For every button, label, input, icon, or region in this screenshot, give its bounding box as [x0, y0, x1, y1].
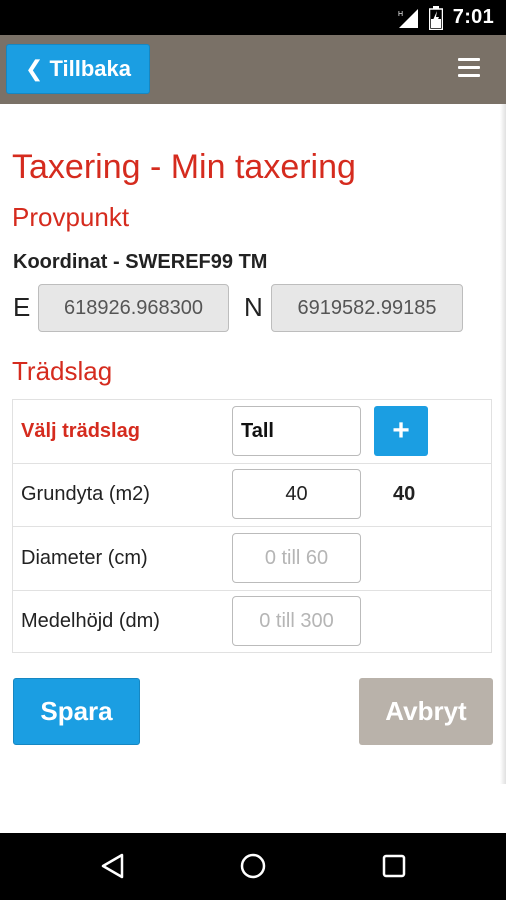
hamburger-menu-icon[interactable]: [458, 58, 480, 78]
species-select[interactable]: Tall: [232, 406, 361, 456]
home-circle-icon[interactable]: [238, 851, 268, 881]
diameter-label: Diameter (cm): [21, 547, 148, 569]
diameter-input[interactable]: 0 till 60: [232, 533, 361, 583]
status-bar: H 7:01: [0, 0, 506, 35]
clock: 7:01: [452, 6, 494, 28]
chevron-left-icon: ❮: [25, 56, 44, 81]
plus-icon: +: [392, 414, 410, 447]
signal-icon: H: [397, 7, 419, 29]
back-button[interactable]: ❮ Tillbaka: [6, 44, 150, 94]
mean-height-label: Medelhöjd (dm): [21, 610, 160, 632]
save-button[interactable]: Spara: [13, 678, 140, 745]
page-title: Taxering - Min taxering: [12, 148, 356, 186]
easting-field: 618926.968300: [38, 284, 229, 332]
main-content: Taxering - Min taxering Provpunkt Koordi…: [0, 104, 506, 833]
basal-area-result: 40: [393, 483, 416, 505]
table-row: Diameter (cm) 0 till 60: [13, 527, 491, 591]
svg-text:H: H: [398, 11, 403, 18]
basal-area-label: Grundyta (m2): [21, 483, 150, 505]
battery-icon: [428, 5, 443, 30]
basal-area-input[interactable]: 40: [232, 469, 361, 519]
provpunkt-heading: Provpunkt: [12, 202, 130, 232]
table-row: Medelhöjd (dm) 0 till 300: [13, 590, 491, 653]
northing-label: N: [244, 292, 263, 322]
add-species-button[interactable]: +: [374, 406, 428, 456]
species-row: Välj trädslag Tall +: [13, 400, 491, 464]
cancel-button[interactable]: Avbryt: [359, 678, 493, 745]
page-edge-shadow: [500, 104, 506, 784]
back-button-label: Tillbaka: [49, 56, 131, 81]
table-row: Grundyta (m2) 40 40: [13, 463, 491, 527]
mean-height-input[interactable]: 0 till 300: [232, 596, 361, 646]
tradslag-heading: Trädslag: [12, 356, 113, 386]
northing-field: 6919582.99185: [271, 284, 463, 332]
species-select-label: Välj trädslag: [21, 420, 140, 442]
recents-square-icon[interactable]: [379, 851, 409, 881]
coordinate-system-label: Koordinat - SWEREF99 TM: [13, 251, 268, 273]
easting-label: E: [13, 292, 31, 322]
app-header: ❮ Tillbaka: [0, 35, 506, 104]
back-triangle-icon[interactable]: [98, 851, 128, 881]
navigation-bar: [0, 833, 506, 900]
tree-species-table: Välj trädslag Tall + Grundyta (m2) 40 40…: [12, 399, 492, 653]
